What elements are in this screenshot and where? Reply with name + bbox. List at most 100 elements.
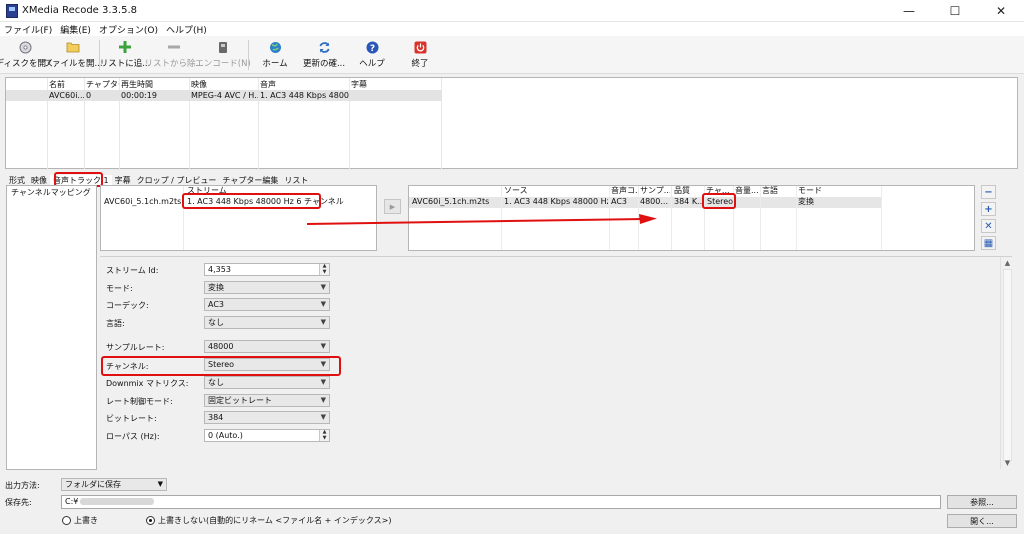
help-button[interactable]: ? ヘルプ bbox=[350, 38, 394, 70]
column-header-duration[interactable]: 再生時間 bbox=[119, 79, 189, 90]
no-overwrite-radio[interactable] bbox=[146, 516, 155, 525]
codec-label: コーデック: bbox=[106, 301, 149, 310]
file-list[interactable]: 名前 チャプター 再生時間 映像 音声 字幕 AVC60i... 0 00:00… bbox=[5, 77, 1018, 170]
sample-rate-select[interactable]: 48000 ▼ bbox=[204, 340, 330, 353]
help-icon: ? bbox=[365, 40, 379, 54]
cell-chapter: 0 bbox=[86, 91, 92, 100]
overwrite-label: 上書き bbox=[74, 516, 98, 525]
overwrite-option[interactable]: 上書き bbox=[62, 515, 98, 526]
delete-stream-button[interactable]: ✕ bbox=[981, 219, 996, 233]
codec-select[interactable]: AC3 ▼ bbox=[204, 298, 330, 311]
add-stream-button[interactable]: ▶ bbox=[384, 199, 401, 214]
sample-rate-value: 48000 bbox=[208, 342, 234, 351]
column-divider bbox=[671, 186, 672, 250]
cell-video: MPEG-4 AVC / H... bbox=[191, 91, 258, 100]
mode-label: モード: bbox=[106, 284, 133, 293]
open-folder-button[interactable]: 開く... bbox=[947, 514, 1017, 528]
output-mode: 変換 bbox=[798, 197, 814, 206]
home-button[interactable]: ホーム bbox=[252, 38, 298, 70]
column-header-codec[interactable]: 音声コ... bbox=[611, 186, 637, 196]
encode-icon bbox=[216, 40, 230, 54]
close-button[interactable]: ✕ bbox=[978, 0, 1024, 22]
rate-control-select[interactable]: 固定ビットレート ▼ bbox=[204, 394, 330, 407]
language-value: なし bbox=[208, 318, 224, 327]
grid-icon[interactable]: ▦ bbox=[981, 236, 996, 250]
channel-setting-highlight bbox=[101, 356, 341, 376]
home-label: ホーム bbox=[262, 59, 288, 69]
menu-file[interactable]: ファイル(F) bbox=[0, 22, 56, 36]
plus-icon bbox=[118, 40, 132, 54]
stream-id-stepper[interactable]: 4,353 ▲ ▼ bbox=[204, 263, 330, 276]
language-select[interactable]: なし ▼ bbox=[204, 316, 330, 329]
menu-edit[interactable]: 編集(E) bbox=[56, 22, 95, 36]
mode-select[interactable]: 変換 ▼ bbox=[204, 281, 330, 294]
language-label: 言語: bbox=[106, 319, 125, 328]
maximize-button[interactable]: ☐ bbox=[932, 0, 978, 22]
stepper-arrows-icon[interactable]: ▲ ▼ bbox=[319, 263, 329, 275]
output-method-select[interactable]: フォルダに保存 ▼ bbox=[61, 478, 167, 491]
table-row[interactable]: AVC60i... 0 00:00:19 MPEG-4 AVC / H... 1… bbox=[6, 90, 442, 101]
browse-button[interactable]: 参照... bbox=[947, 495, 1017, 509]
bitrate-label: ビットレート: bbox=[106, 414, 157, 423]
remove-stream-button[interactable]: − bbox=[981, 185, 996, 199]
column-header-audio[interactable]: 音声 bbox=[258, 79, 349, 90]
scroll-thumb[interactable] bbox=[1003, 269, 1012, 461]
redacted-path bbox=[80, 498, 155, 505]
column-header-subtitle[interactable]: 字幕 bbox=[349, 79, 441, 90]
globe-icon bbox=[268, 40, 282, 54]
app-icon bbox=[6, 4, 18, 18]
lowpass-stepper[interactable]: 0 (Auto.) ▲ ▼ bbox=[204, 429, 330, 442]
add-stream-side-button[interactable]: + bbox=[981, 202, 996, 216]
scroll-down-icon[interactable]: ▼ bbox=[1003, 458, 1012, 467]
settings-scrollbar[interactable]: ▲ ▼ bbox=[1000, 257, 1013, 469]
exit-button[interactable]: 終了 bbox=[398, 38, 442, 70]
column-header-language[interactable]: 言語 bbox=[762, 186, 778, 196]
toolbar-separator bbox=[248, 40, 249, 70]
column-header-source[interactable]: ソース bbox=[504, 186, 528, 196]
menu-help[interactable]: ヘルプ(H) bbox=[162, 22, 211, 36]
channel-mapping-item[interactable]: チャンネルマッピング bbox=[7, 186, 96, 199]
column-header-mode[interactable]: モード bbox=[798, 186, 822, 196]
column-header-volume[interactable]: 音量... bbox=[735, 186, 759, 196]
open-file-button[interactable]: ファイルを開... bbox=[43, 38, 103, 70]
svg-text:?: ? bbox=[369, 44, 374, 54]
menu-options[interactable]: オプション(O) bbox=[95, 22, 162, 36]
title-bar: XMedia Recode 3.3.5.8 — ☐ ✕ bbox=[0, 0, 1024, 22]
column-header-sample[interactable]: サンプ... bbox=[640, 186, 670, 196]
stream-id-label: ストリーム Id: bbox=[106, 266, 159, 275]
encode-button[interactable]: エンコード(N) bbox=[195, 38, 251, 70]
chevron-down-icon: ▼ bbox=[157, 480, 163, 488]
open-disc-button[interactable]: ディスクを開く bbox=[0, 38, 54, 70]
disc-icon bbox=[18, 40, 32, 54]
add-to-list-button[interactable]: リストに追... bbox=[100, 38, 150, 70]
output-source: 1. AC3 448 Kbps 48000 Hz ... bbox=[504, 197, 608, 206]
source-file-name: AVC60i_5.1ch.m2ts bbox=[104, 197, 182, 206]
overwrite-radio[interactable] bbox=[62, 516, 71, 525]
stepper-arrows-icon[interactable]: ▲ ▼ bbox=[319, 429, 329, 441]
sample-rate-label: サンプルレート: bbox=[106, 343, 165, 352]
save-destination-label: 保存先: bbox=[5, 498, 32, 507]
mode-value: 変換 bbox=[208, 283, 224, 292]
remove-from-list-button[interactable]: リストから除... bbox=[144, 38, 204, 70]
minimize-button[interactable]: — bbox=[886, 0, 932, 22]
chevron-down-icon: ▼ bbox=[320, 300, 326, 308]
cell-duration: 00:00:19 bbox=[121, 91, 157, 100]
window-title: XMedia Recode 3.3.5.8 bbox=[22, 5, 137, 16]
no-overwrite-option[interactable]: 上書きしない(自動的にリネーム <ファイル名 + インデックス>) bbox=[146, 515, 392, 526]
open-file-label: ファイルを開... bbox=[43, 59, 103, 69]
cell-name: AVC60i... bbox=[49, 91, 84, 100]
cell-subtitle bbox=[349, 90, 441, 101]
output-sample-rate: 4800... bbox=[640, 197, 668, 206]
column-header-quality[interactable]: 品質 bbox=[674, 186, 690, 196]
downmix-value: なし bbox=[208, 378, 224, 387]
column-header-video[interactable]: 映像 bbox=[189, 79, 258, 90]
bitrate-select[interactable]: 384 ▼ bbox=[204, 411, 330, 424]
check-update-button[interactable]: 更新の確... bbox=[300, 38, 348, 70]
scroll-up-icon[interactable]: ▲ bbox=[1003, 258, 1012, 267]
output-codec: AC3 bbox=[611, 197, 628, 206]
save-path-input[interactable]: C:¥ bbox=[61, 495, 941, 509]
column-header-name[interactable]: 名前 bbox=[47, 79, 84, 90]
downmix-select[interactable]: なし ▼ bbox=[204, 376, 330, 389]
column-header-chapter[interactable]: チャプター bbox=[84, 79, 119, 90]
lowpass-value: 0 (Auto.) bbox=[208, 431, 243, 440]
